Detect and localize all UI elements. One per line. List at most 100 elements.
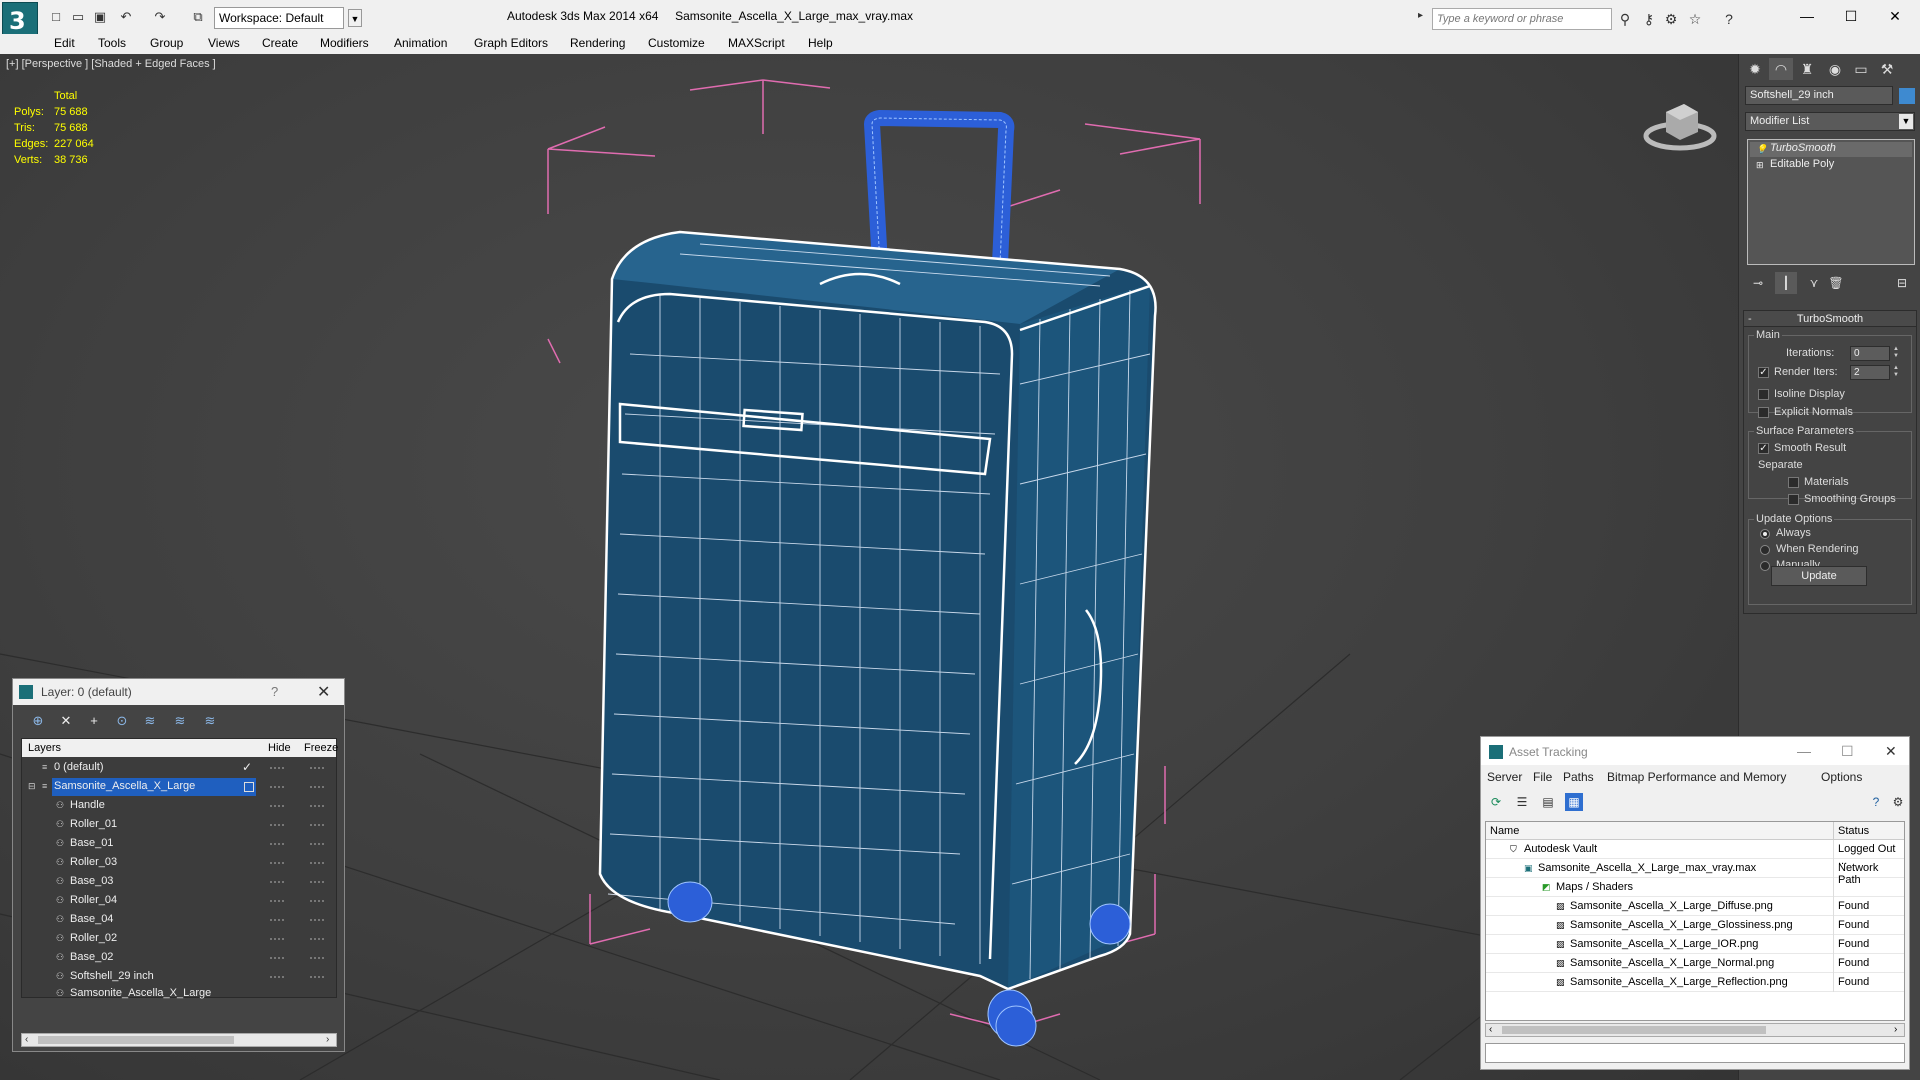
hierarchy-tab-icon[interactable]: ♜ bbox=[1795, 58, 1819, 80]
hide-toggle[interactable] bbox=[270, 900, 284, 902]
spinner-arrows-icon[interactable]: ▲ ▼ bbox=[1892, 365, 1900, 380]
set-active-box-icon[interactable] bbox=[244, 782, 254, 792]
create-tab-icon[interactable]: ✹ bbox=[1743, 58, 1767, 80]
layer-dialog-titlebar[interactable]: Layer: 0 (default) ? ✕ bbox=[13, 679, 344, 705]
iterations-spinner[interactable]: 0 bbox=[1850, 346, 1890, 361]
column-status[interactable]: Status bbox=[1838, 825, 1869, 837]
scrollbar-thumb[interactable] bbox=[1502, 1026, 1766, 1034]
minimize-icon[interactable]: — bbox=[1797, 743, 1811, 759]
active-checkmark-icon[interactable]: ✓ bbox=[242, 760, 252, 774]
hide-toggle[interactable] bbox=[270, 976, 284, 978]
freeze-toggle[interactable] bbox=[310, 881, 324, 883]
layer-row[interactable]: ⚇ Roller_04 bbox=[22, 892, 336, 911]
explicit-normals-checkbox[interactable] bbox=[1758, 407, 1769, 418]
hide-toggle[interactable] bbox=[270, 938, 284, 940]
search-input[interactable]: Type a keyword or phrase bbox=[1432, 8, 1612, 30]
menu-create[interactable]: Create bbox=[262, 36, 298, 50]
materials-checkbox[interactable] bbox=[1788, 477, 1799, 488]
column-freeze[interactable]: Freeze bbox=[304, 742, 338, 754]
subscription-icon[interactable]: ⚙ bbox=[1662, 10, 1680, 28]
rollout-header[interactable]: - TurboSmooth bbox=[1744, 311, 1916, 327]
layer-row[interactable]: ⚇ Base_02 bbox=[22, 949, 336, 968]
thumbnail-view-icon[interactable]: ▤ bbox=[1539, 793, 1557, 811]
column-hide[interactable]: Hide bbox=[268, 742, 291, 754]
menu-views[interactable]: Views bbox=[208, 36, 240, 50]
spinner-arrows-icon[interactable]: ▲ ▼ bbox=[1892, 346, 1900, 361]
layer-row[interactable]: ⚇ Roller_02 bbox=[22, 930, 336, 949]
asset-row[interactable]: ▨ Samsonite_Ascella_X_Large_Glossiness.pn… bbox=[1486, 916, 1904, 935]
freeze-toggle[interactable] bbox=[310, 862, 324, 864]
freeze-toggle[interactable] bbox=[310, 767, 324, 769]
pin-stack-icon[interactable]: ⊸ bbox=[1747, 272, 1769, 294]
communication-icon[interactable]: ⚷ bbox=[1640, 10, 1658, 28]
display-tab-icon[interactable]: ▭ bbox=[1849, 58, 1873, 80]
menu-file[interactable]: File bbox=[1533, 770, 1552, 784]
help-icon[interactable]: ? bbox=[1867, 793, 1885, 811]
hide-toggle[interactable] bbox=[270, 843, 284, 845]
close-icon[interactable]: ✕ bbox=[1872, 4, 1918, 28]
maximize-icon[interactable]: ☐ bbox=[1828, 4, 1874, 28]
freeze-all-icon[interactable]: ≋ bbox=[199, 710, 221, 732]
column-name[interactable]: Name bbox=[1490, 825, 1519, 837]
freeze-toggle[interactable] bbox=[310, 900, 324, 902]
modifier-list-dropdown[interactable]: Modifier List ▼ bbox=[1745, 112, 1915, 131]
search-expand-icon[interactable]: ▸ bbox=[1418, 10, 1430, 28]
help-icon[interactable]: ? bbox=[1720, 10, 1738, 28]
menu-edit[interactable]: Edit bbox=[54, 36, 75, 50]
menu-bitmap-performance[interactable]: Bitmap Performance and Memory bbox=[1607, 770, 1786, 784]
horizontal-scrollbar[interactable]: ‹ › bbox=[1485, 1023, 1905, 1037]
hide-toggle[interactable] bbox=[270, 862, 284, 864]
asset-dialog-titlebar[interactable]: Asset Tracking — ☐ ✕ bbox=[1481, 737, 1909, 765]
asset-row[interactable]: ▨ Samsonite_Ascella_X_Large_IOR.png Found bbox=[1486, 935, 1904, 954]
asset-row[interactable]: ▨ Samsonite_Ascella_X_Large_Normal.png Fou… bbox=[1486, 954, 1904, 973]
menu-help[interactable]: Help bbox=[808, 36, 833, 50]
asset-row[interactable]: ◩ Maps / Shaders bbox=[1486, 878, 1904, 897]
layer-row[interactable]: ⚇ Roller_01 bbox=[22, 816, 336, 835]
freeze-toggle[interactable] bbox=[310, 919, 324, 921]
collapse-icon[interactable]: - bbox=[1748, 311, 1752, 327]
lightbulb-icon[interactable]: 💡 bbox=[1756, 144, 1767, 154]
when-rendering-radio[interactable] bbox=[1760, 545, 1770, 555]
scrollbar-thumb[interactable] bbox=[38, 1036, 234, 1044]
hide-all-icon[interactable]: ≋ bbox=[169, 710, 191, 732]
show-end-result-icon[interactable]: ┃ bbox=[1775, 272, 1797, 294]
smoothing-groups-checkbox[interactable] bbox=[1788, 494, 1799, 505]
menu-tools[interactable]: Tools bbox=[98, 36, 126, 50]
modify-tab-icon[interactable]: ◠ bbox=[1769, 58, 1793, 80]
freeze-toggle[interactable] bbox=[310, 957, 324, 959]
freeze-toggle[interactable] bbox=[310, 843, 324, 845]
maximize-icon[interactable]: ☐ bbox=[1841, 743, 1854, 760]
hide-toggle[interactable] bbox=[270, 824, 284, 826]
render-iters-spinner[interactable]: 2 bbox=[1850, 365, 1890, 380]
utilities-tab-icon[interactable]: ⚒ bbox=[1875, 58, 1899, 80]
settings-icon[interactable]: ⚙ bbox=[1889, 793, 1907, 811]
create-layer-icon[interactable]: ⊕ bbox=[27, 710, 49, 732]
horizontal-scrollbar[interactable]: ‹ › bbox=[21, 1033, 337, 1047]
viewport-label[interactable]: [+] [Perspective ] [Shaded + Edged Faces… bbox=[6, 58, 216, 70]
scroll-left-icon[interactable]: ‹ bbox=[25, 1034, 28, 1045]
add-to-layer-icon[interactable]: + bbox=[83, 710, 105, 732]
menu-modifiers[interactable]: Modifiers bbox=[320, 36, 369, 50]
layer-row[interactable]: ⊟ ≡ Samsonite_Ascella_X_Large bbox=[22, 778, 336, 797]
binoculars-icon[interactable]: ⚲ bbox=[1616, 10, 1634, 28]
layer-row[interactable]: ≡ 0 (default) ✓ bbox=[22, 759, 336, 778]
layer-row[interactable]: ⚇ Handle bbox=[22, 797, 336, 816]
minimize-icon[interactable]: — bbox=[1784, 4, 1830, 28]
stack-item-turbosmooth[interactable]: 💡 TurboSmooth bbox=[1750, 142, 1912, 157]
configure-sets-icon[interactable]: ⊟ bbox=[1891, 272, 1913, 294]
object-name-field[interactable]: Softshell_29 inch bbox=[1745, 86, 1893, 105]
layer-row[interactable]: ⚇ Roller_03 bbox=[22, 854, 336, 873]
freeze-toggle[interactable] bbox=[310, 938, 324, 940]
menu-rendering[interactable]: Rendering bbox=[570, 36, 625, 50]
delete-layer-icon[interactable]: ✕ bbox=[55, 710, 77, 732]
menu-paths[interactable]: Paths bbox=[1563, 770, 1594, 784]
close-icon[interactable]: ✕ bbox=[317, 682, 330, 702]
manually-radio[interactable] bbox=[1760, 561, 1770, 571]
render-iters-checkbox[interactable]: ✓ bbox=[1758, 367, 1769, 378]
table-view-icon[interactable]: ▦ bbox=[1565, 793, 1583, 811]
menu-graph-editors[interactable]: Graph Editors bbox=[474, 36, 548, 50]
column-layers[interactable]: Layers bbox=[28, 742, 61, 754]
hide-toggle[interactable] bbox=[270, 957, 284, 959]
highlight-layer-icon[interactable]: ≋ bbox=[139, 710, 161, 732]
refresh-icon[interactable]: ⟳ bbox=[1487, 793, 1505, 811]
